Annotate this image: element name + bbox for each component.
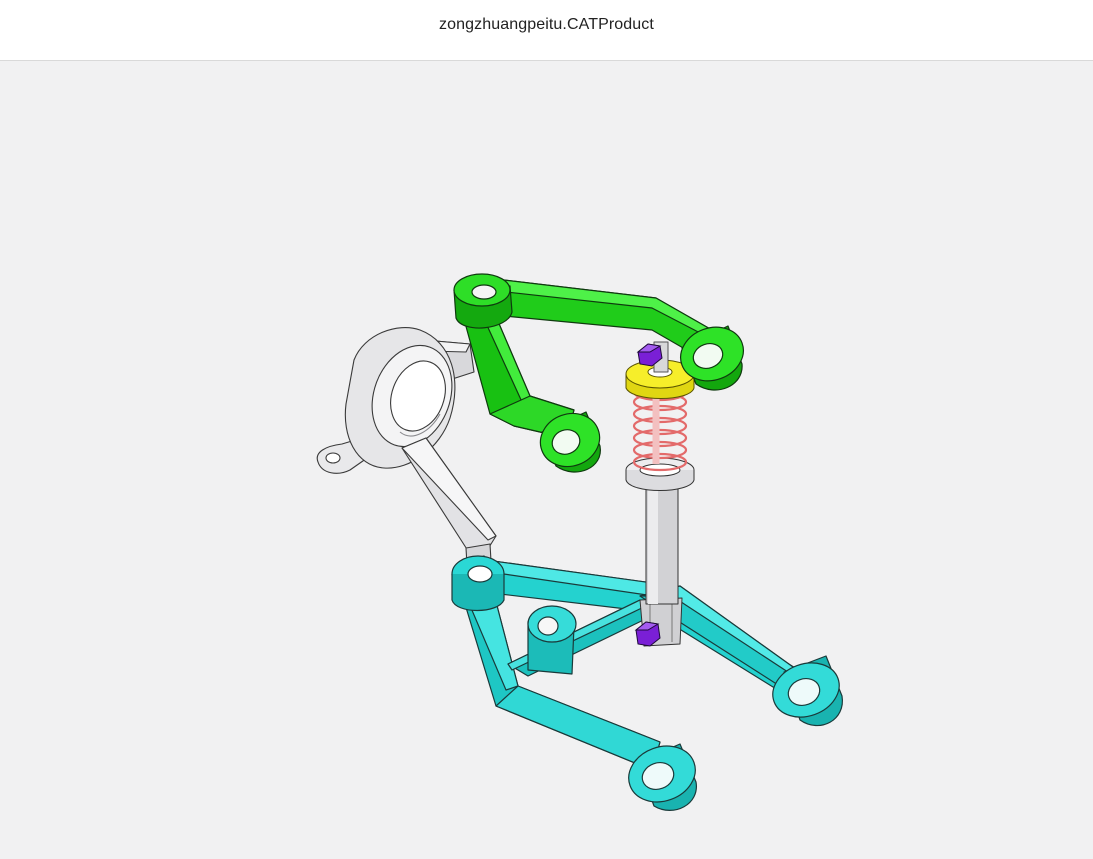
3d-viewport[interactable] xyxy=(0,62,1093,859)
window-title: zongzhuangpeitu.CATProduct xyxy=(439,16,654,33)
assembly-canvas[interactable] xyxy=(0,62,1093,859)
window-titlebar: zongzhuangpeitu.CATProduct xyxy=(0,0,1093,61)
upper-control-arm[interactable] xyxy=(453,273,751,475)
steering-knuckle[interactable] xyxy=(316,327,497,586)
